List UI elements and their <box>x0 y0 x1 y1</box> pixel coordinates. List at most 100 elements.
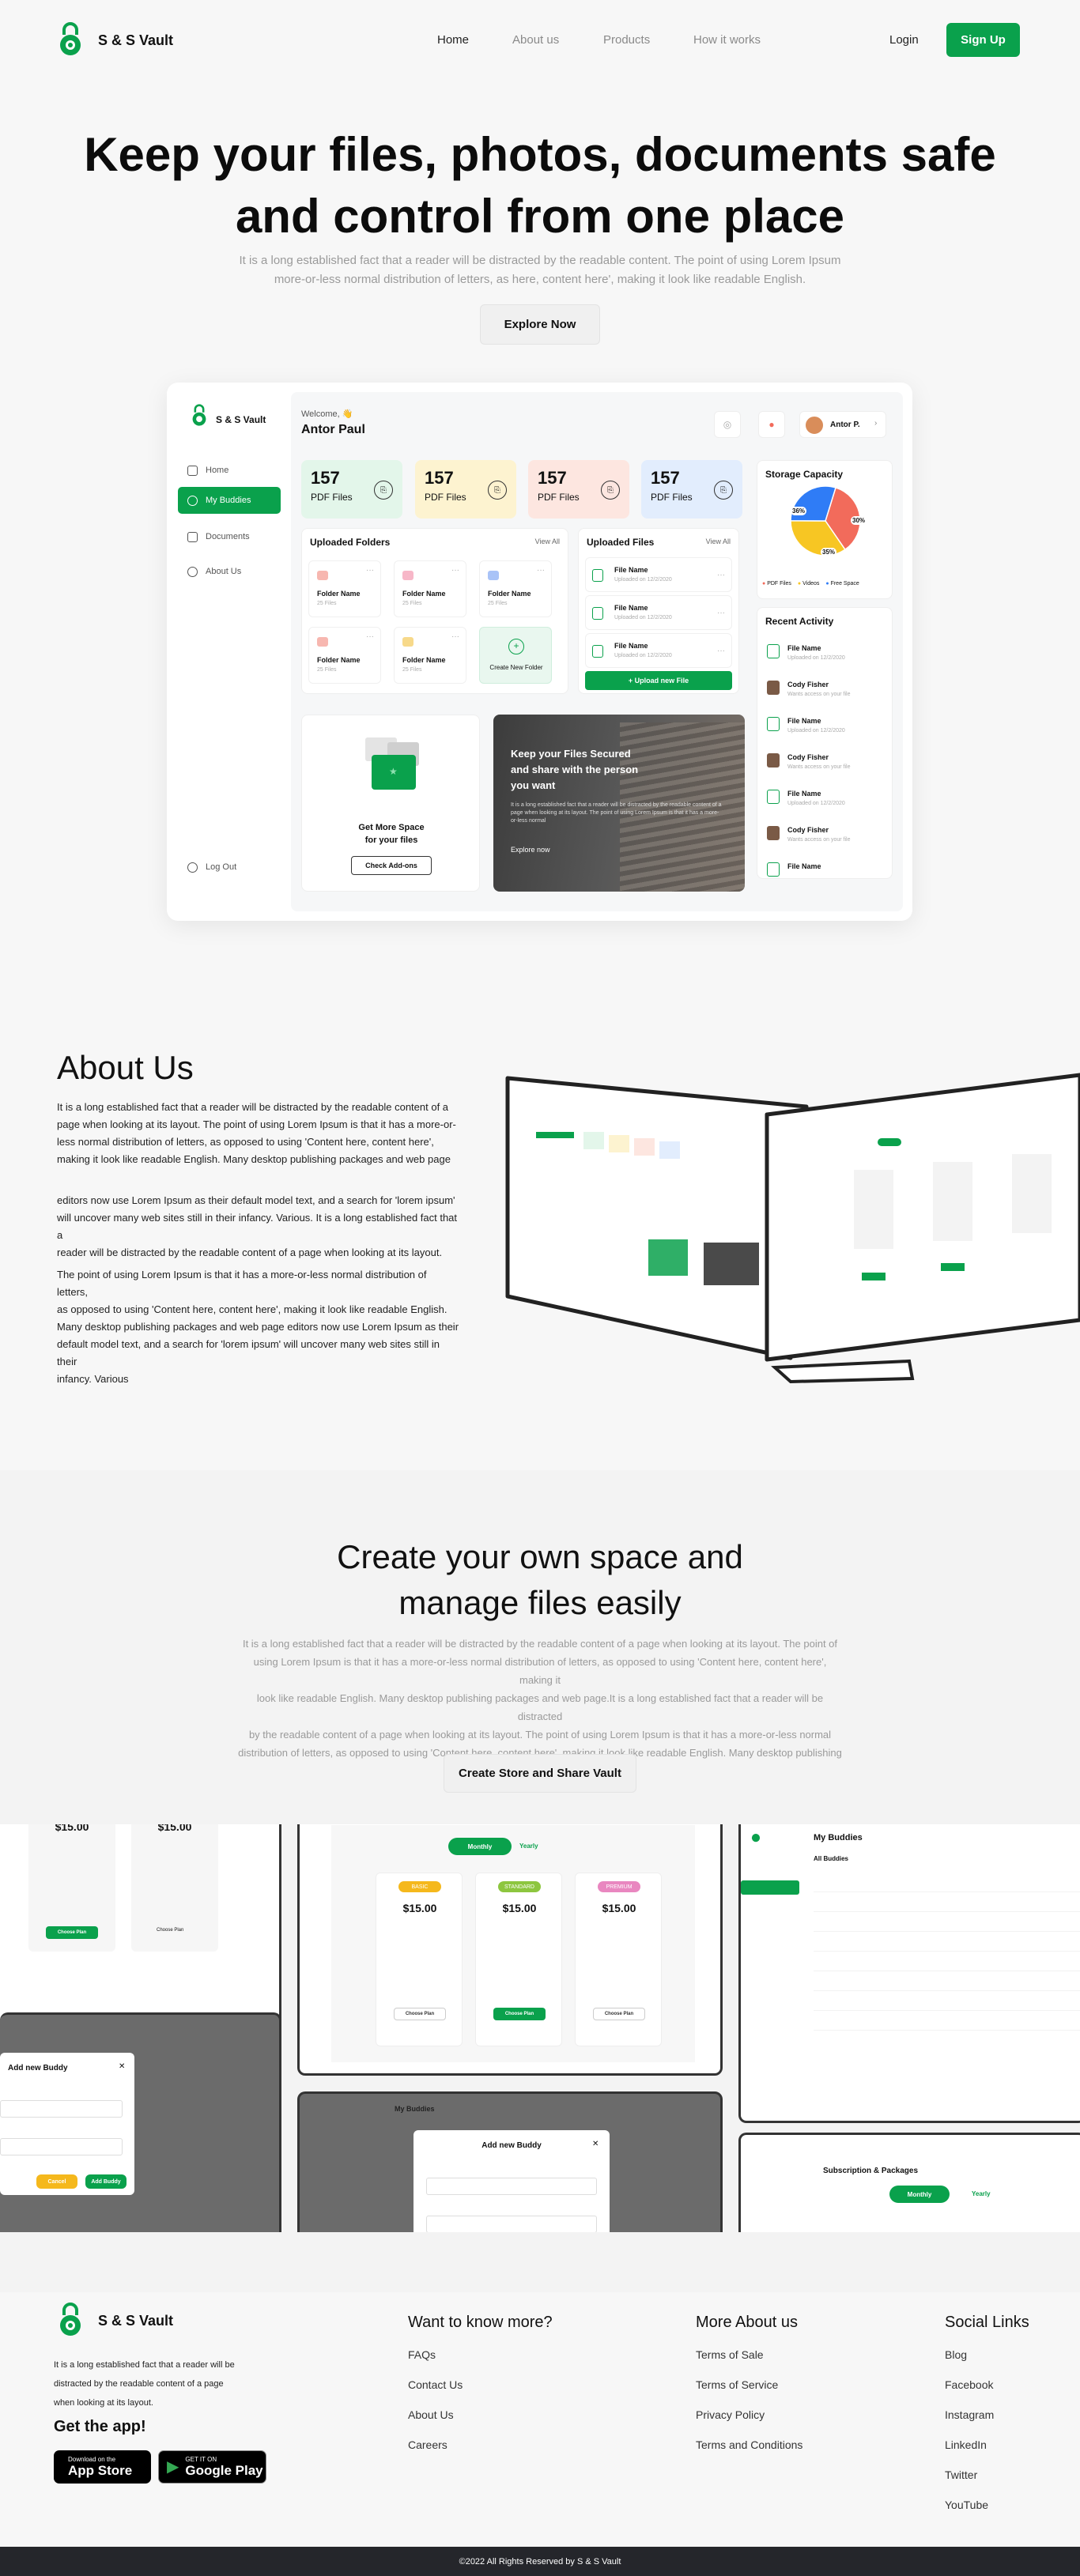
about-title: About Us <box>57 1049 194 1086</box>
choose-plan-button[interactable]: Choose Plan <box>157 1928 183 1933</box>
bell-icon[interactable]: ● <box>758 411 785 438</box>
file-row[interactable]: File Name Uploaded on 12/2/2020 ··· <box>585 557 732 592</box>
check-addons-button[interactable]: Check Add-ons <box>351 856 432 875</box>
nav-about-us[interactable]: About us <box>512 33 559 47</box>
cancel-button[interactable]: Cancel <box>36 2174 77 2189</box>
close-icon[interactable]: ✕ <box>119 2062 125 2071</box>
dash-nav-about[interactable]: About Us <box>178 558 281 585</box>
activity-row[interactable]: File Name Uploaded on 12/2/2020 <box>764 638 887 669</box>
login-link[interactable]: Login <box>889 33 919 47</box>
choose-plan-button[interactable]: Choose Plan <box>593 2008 645 2020</box>
activity-row[interactable]: File Name <box>764 856 887 878</box>
plan-price: $15.00 <box>502 1902 537 1914</box>
play-icon: ▶ <box>167 2458 179 2476</box>
dash-logout[interactable]: Log Out <box>178 854 281 881</box>
file-icon <box>767 717 780 731</box>
more-icon[interactable]: ··· <box>451 632 459 641</box>
choose-plan-button[interactable]: Choose Plan <box>46 1926 98 1939</box>
choose-plan-button[interactable]: Choose Plan <box>493 2008 546 2020</box>
user-menu[interactable]: Antor P. › <box>799 411 886 438</box>
more-icon[interactable]: ··· <box>717 647 725 655</box>
avatar <box>767 826 780 840</box>
folder-card[interactable]: ··· Folder Name 25 Files <box>479 560 552 617</box>
folder-icon <box>317 571 328 580</box>
footer-link-blog[interactable]: Blog <box>945 2348 967 2361</box>
more-icon[interactable]: ··· <box>537 566 545 575</box>
yearly-toggle-2[interactable]: Yearly <box>972 2190 991 2197</box>
explore-now-button[interactable]: Explore Now <box>480 304 600 345</box>
footer-link-privacy[interactable]: Privacy Policy <box>696 2408 765 2421</box>
plan-badge: BASIC <box>398 1881 441 1892</box>
footer-link-terms-conditions[interactable]: Terms and Conditions <box>696 2438 802 2451</box>
upload-file-button[interactable]: + Upload new File <box>585 671 732 690</box>
welcome-text: Welcome, 👋 <box>301 409 353 419</box>
folder-card[interactable]: ··· Folder Name 25 Files <box>394 627 466 684</box>
add-buddy-button[interactable]: Add Buddy <box>85 2174 127 2189</box>
footer-link-facebook[interactable]: Facebook <box>945 2378 993 2391</box>
folder-card[interactable]: ··· Folder Name 25 Files <box>308 560 381 617</box>
footer-link-terms-service[interactable]: Terms of Service <box>696 2378 778 2391</box>
activity-name: Cody Fisher <box>787 826 829 834</box>
footer-link-about[interactable]: About Us <box>408 2408 454 2421</box>
text-line: infancy. Various <box>57 1373 129 1385</box>
dash-nav-my-buddies[interactable]: My Buddies <box>178 487 281 514</box>
close-icon[interactable]: ✕ <box>592 2140 599 2148</box>
activity-row[interactable]: File Name Uploaded on 12/2/2020 <box>764 783 887 815</box>
footer-link-faqs[interactable]: FAQs <box>408 2348 436 2361</box>
text-line: It is a long established fact that a rea… <box>242 1638 838 1650</box>
folder-name: Folder Name <box>317 656 361 664</box>
more-icon[interactable]: ··· <box>451 566 459 575</box>
footer-link-linkedin[interactable]: LinkedIn <box>945 2438 987 2451</box>
monthly-toggle-2[interactable]: Monthly <box>889 2186 950 2203</box>
footer-link-youtube[interactable]: YouTube <box>945 2499 988 2511</box>
brand-name[interactable]: S & S Vault <box>98 32 173 49</box>
file-icon <box>767 862 780 877</box>
folder-card[interactable]: ··· Folder Name 25 Files <box>394 560 466 617</box>
more-icon[interactable]: ··· <box>717 571 725 579</box>
folder-name: Folder Name <box>488 590 531 598</box>
activity-row[interactable]: Cody Fisher Wants access on your file <box>764 674 887 706</box>
more-icon[interactable]: ··· <box>717 609 725 617</box>
files-view-all[interactable]: View All <box>706 537 731 545</box>
activity-row[interactable]: Cody Fisher Wants access on your file <box>764 820 887 851</box>
footer-link-contact[interactable]: Contact Us <box>408 2378 463 2391</box>
home-icon <box>187 465 198 476</box>
nav-home[interactable]: Home <box>437 33 469 47</box>
dash-nav-documents[interactable]: Documents <box>178 523 281 550</box>
folder-name: Folder Name <box>402 656 446 664</box>
file-row[interactable]: File Name Uploaded on 12/2/2020 ··· <box>585 633 732 668</box>
create-folder-button[interactable]: + Create New Folder <box>479 627 552 684</box>
text-line: reader will be distracted by the readabl… <box>57 1247 443 1258</box>
yearly-toggle[interactable]: Yearly <box>519 1842 538 1850</box>
folder-icon <box>317 637 328 647</box>
nav-how-it-works[interactable]: How it works <box>693 33 761 47</box>
footer-link-instagram[interactable]: Instagram <box>945 2408 994 2421</box>
file-row[interactable]: File Name Uploaded on 12/2/2020 ··· <box>585 595 732 630</box>
footer-link-terms-sale[interactable]: Terms of Sale <box>696 2348 764 2361</box>
mock-panel-left-top: $15.00 Choose Plan $15.00 Choose Plan <box>0 1824 281 2028</box>
folder-card[interactable]: ··· Folder Name 25 Files <box>308 627 381 684</box>
more-icon[interactable]: ··· <box>366 632 374 641</box>
google-play-button[interactable]: ▶ GET IT ON Google Play <box>158 2450 266 2484</box>
app-store-button[interactable]: Download on the App Store <box>54 2450 151 2484</box>
monthly-toggle[interactable]: Monthly <box>448 1838 512 1855</box>
promo-explore-link[interactable]: Explore now <box>511 846 550 854</box>
logout-icon <box>187 862 198 873</box>
location-icon[interactable]: ◎ <box>714 411 741 438</box>
footer-link-careers[interactable]: Careers <box>408 2438 447 2451</box>
choose-plan-button[interactable]: Choose Plan <box>394 2008 446 2020</box>
file-name: File Name <box>614 566 648 574</box>
activity-row[interactable]: File Name Uploaded on 12/2/2020 <box>764 711 887 742</box>
footer-link-twitter[interactable]: Twitter <box>945 2469 977 2481</box>
signup-button[interactable]: Sign Up <box>946 23 1020 57</box>
copyright-text: ©2022 All Rights Reserved by S & S Vault <box>459 2556 621 2567</box>
activity-meta: Wants access on your file <box>787 837 851 843</box>
activity-row[interactable]: Cody Fisher Wants access on your file <box>764 747 887 779</box>
dash-nav-home[interactable]: Home <box>178 457 281 484</box>
addons-title-line2: for your files <box>364 835 418 845</box>
more-icon[interactable]: ··· <box>366 566 374 575</box>
nav-products[interactable]: Products <box>603 33 650 47</box>
text-line: by the readable content of a page when l… <box>248 1729 832 1741</box>
create-store-button[interactable]: Create Store and Share Vault <box>444 1754 636 1793</box>
folders-view-all[interactable]: View All <box>535 537 560 545</box>
